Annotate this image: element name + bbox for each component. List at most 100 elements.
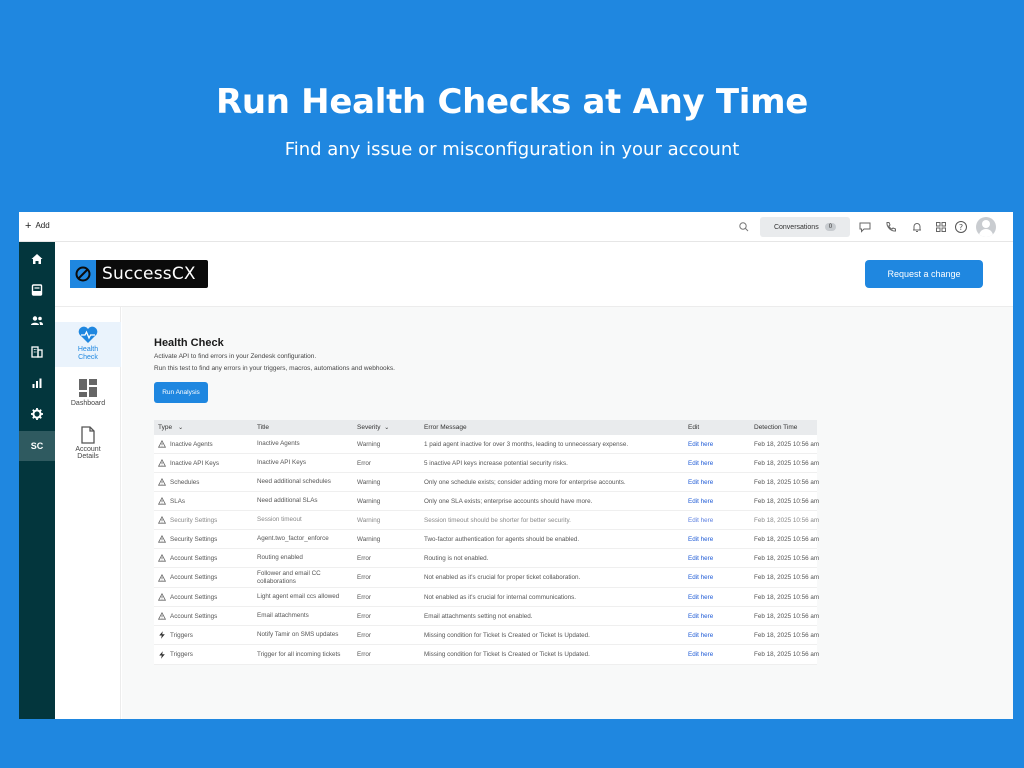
warning-icon — [158, 593, 166, 601]
row-type: SLAs — [154, 497, 254, 505]
page-title: Health Check — [154, 337, 224, 349]
hero-title: Run Health Checks at Any Time — [215, 82, 809, 122]
edit-link[interactable]: Edit here — [685, 613, 751, 620]
row-error: 5 inactive API keys increase potential s… — [424, 459, 568, 467]
page-description-1: Activate API to find errors in your Zend… — [154, 353, 317, 360]
column-severity[interactable]: Severity ⌄ — [354, 424, 421, 431]
edit-link[interactable]: Edit here — [685, 479, 751, 486]
table-row: Security Settings Session timeout Warning S… — [154, 511, 819, 530]
table-row: Schedules Need additional schedules Warnin… — [154, 473, 820, 492]
row-type-label: Triggers — [170, 651, 193, 658]
nav-dashboard-label: Dashboard — [70, 400, 106, 407]
help-icon[interactable]: ? — [954, 220, 968, 234]
row-type-label: Inactive Agents — [170, 440, 213, 448]
home-icon[interactable] — [30, 252, 44, 266]
row-detection-time: Feb 18, 2025 10:56 am — [754, 497, 820, 505]
row-detection-time: Feb 18, 2025 10:56 am — [754, 612, 820, 620]
user-avatar[interactable] — [976, 217, 996, 237]
column-edit: Edit — [688, 424, 700, 431]
column-type-label: Type — [158, 424, 173, 431]
customers-icon[interactable] — [30, 314, 44, 328]
organizations-icon[interactable] — [30, 345, 44, 359]
run-analysis-button[interactable]: Run Analysis — [154, 382, 208, 403]
row-title: Inactive API Keys — [257, 459, 307, 466]
edit-link[interactable]: Edit here — [685, 594, 751, 601]
table-row: Account Settings Email attachments Error Em… — [154, 607, 820, 626]
table-row: Inactive API Keys Inactive API Keys Error 5… — [154, 454, 819, 473]
table-row: Inactive Agents Inactive Agents Warning 1 p… — [154, 435, 820, 454]
row-title: Agent.two_factor_enforce — [257, 535, 329, 542]
bell-icon[interactable] — [910, 220, 924, 234]
table-header: Type ⌄ Title Severity ⌄ Error Message Ed… — [154, 420, 817, 435]
row-type-label: Schedules — [170, 478, 200, 486]
row-title: Inactive Agents — [257, 440, 300, 447]
request-change-button[interactable]: Request a change — [865, 260, 983, 288]
row-detection-time: Feb 18, 2025 10:56 am — [754, 478, 820, 486]
edit-link[interactable]: Edit here — [685, 574, 751, 581]
phone-icon[interactable] — [884, 220, 898, 234]
edit-link[interactable]: Edit here — [685, 536, 751, 543]
warning-icon — [158, 516, 166, 524]
top-bar: + Add Conversations 0 ? — [19, 212, 1013, 242]
table-row: Triggers Trigger for all incoming tickets… — [154, 645, 819, 665]
row-type: Account Settings — [154, 593, 254, 601]
row-severity: Error — [357, 554, 371, 562]
row-title: Need additional schedules — [257, 478, 331, 485]
row-type-label: Account Settings — [170, 593, 218, 601]
column-type[interactable]: Type ⌄ — [154, 424, 254, 431]
row-type: Triggers — [154, 650, 254, 659]
table-row: Triggers Notify Tamir on SMS updates Error… — [154, 626, 819, 645]
add-button[interactable]: + Add — [25, 219, 50, 232]
row-type: Inactive Agents — [154, 440, 254, 448]
row-title: Follower and email CC collaborations — [257, 569, 321, 585]
nav-account-details[interactable]: Account Details — [55, 426, 121, 466]
lightning-icon — [158, 650, 166, 659]
row-severity: Error — [357, 459, 371, 467]
logo-mark-icon — [70, 260, 96, 288]
views-icon[interactable] — [30, 283, 44, 297]
table-row: Account Settings Follower and email CC co… — [154, 568, 819, 588]
apps-grid-icon[interactable] — [934, 220, 948, 234]
table-row: Account Settings Light agent email ccs al… — [154, 588, 820, 607]
gear-icon[interactable] — [30, 407, 44, 421]
edit-link[interactable]: Edit here — [685, 441, 751, 448]
row-type: Inactive API Keys — [154, 459, 254, 467]
successcx-app-button[interactable]: SC — [19, 431, 55, 461]
conversations-button[interactable]: Conversations 0 — [760, 217, 850, 237]
edit-link[interactable]: Edit here — [685, 498, 751, 505]
row-error: Only one SLA exists; enterprise accounts… — [424, 497, 593, 505]
reporting-icon[interactable] — [30, 376, 44, 390]
chat-icon[interactable] — [858, 220, 872, 234]
edit-link[interactable]: Edit here — [685, 555, 751, 562]
nav-health-check[interactable]: Health Check — [55, 322, 121, 367]
page-description-2: Run this test to find any errors in your… — [154, 365, 395, 372]
row-detection-time: Feb 18, 2025 10:56 am — [754, 535, 820, 543]
row-title: Light agent email ccs allowed — [257, 593, 340, 600]
chevron-down-icon: ⌄ — [178, 425, 184, 431]
row-error: Not enabled as it's crucial for internal… — [424, 593, 577, 601]
add-label: Add — [35, 221, 50, 230]
row-severity: Error — [357, 593, 371, 601]
warning-icon — [158, 497, 166, 505]
row-severity: Error — [357, 574, 371, 581]
edit-link[interactable]: Edit here — [685, 632, 751, 639]
row-detection-time: Feb 18, 2025 10:56 am — [754, 593, 820, 601]
row-title: Need additional SLAs — [257, 497, 318, 504]
conversations-label: Conversations — [773, 223, 819, 231]
logo-text: SuccessCX — [102, 264, 196, 284]
edit-link[interactable]: Edit here — [685, 651, 751, 658]
row-severity: Warning — [357, 516, 381, 524]
search-icon[interactable] — [738, 221, 750, 233]
row-type: Triggers — [154, 631, 254, 639]
column-error: Error Message — [424, 424, 467, 431]
table-row: Account Settings Routing enabled Error Rout… — [154, 549, 819, 568]
warning-icon — [158, 459, 166, 467]
plus-icon: + — [25, 219, 32, 232]
row-type-label: Account Settings — [170, 612, 218, 620]
nav-dashboard[interactable]: Dashboard — [55, 378, 121, 414]
app-window: + Add Conversations 0 ? SC SuccessCX Req… — [19, 212, 1013, 719]
edit-link[interactable]: Edit here — [685, 517, 751, 524]
hero-subtitle: Find any issue or misconfiguration in yo… — [284, 139, 740, 160]
row-detection-time: Feb 18, 2025 10:56 am — [754, 440, 820, 448]
edit-link[interactable]: Edit here — [685, 460, 751, 467]
